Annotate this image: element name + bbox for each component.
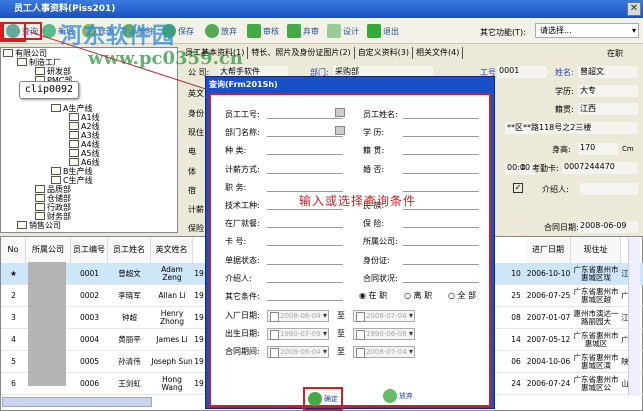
query-hint: 输入或选择查询条件 xyxy=(299,194,417,208)
radio-all[interactable]: ○ 全 部 xyxy=(448,290,476,301)
field-label: 职 务: xyxy=(225,182,247,192)
field-label: 在厂就餐: xyxy=(225,219,260,229)
query-input[interactable] xyxy=(267,125,343,138)
query-input[interactable] xyxy=(267,234,343,247)
query-input[interactable] xyxy=(403,107,479,119)
field-label: 员工工号: xyxy=(225,110,260,119)
query-input[interactable] xyxy=(403,271,479,283)
query-input[interactable] xyxy=(403,162,479,174)
field-label: 合同状况: xyxy=(363,273,398,283)
cancel-button[interactable]: 放弃 xyxy=(383,389,413,403)
field-label: 保 险: xyxy=(363,219,385,229)
field-label: 籍 贯: xyxy=(363,146,385,156)
confirm-button[interactable]: 确定 xyxy=(303,387,343,411)
date-label: 出生日期: xyxy=(225,329,260,338)
query-input[interactable] xyxy=(267,253,343,265)
field-label: 学 历: xyxy=(363,128,385,138)
check-icon xyxy=(308,392,322,406)
field-label: 所属公司: xyxy=(363,237,398,247)
query-dialog: 查询(Frm201Sh) 员工工号: 部门名称: 种 类: 计薪方式: 职 务: 技术工种… xyxy=(205,76,495,411)
date-label: 合同期间: xyxy=(225,347,260,356)
query-input[interactable] xyxy=(267,162,343,174)
query-input[interactable] xyxy=(267,216,343,229)
lookup-button[interactable] xyxy=(335,108,345,117)
dialog-title: 查询(Frm201Sh) xyxy=(209,80,278,89)
query-input[interactable] xyxy=(267,180,343,192)
date-from-picker[interactable]: 1990-07-09 xyxy=(267,328,329,340)
field-label: 卡 号: xyxy=(225,237,247,247)
field-label: 介绍人: xyxy=(225,273,252,283)
query-input[interactable] xyxy=(267,271,343,283)
date-from-picker[interactable]: 2008-06-04 xyxy=(267,310,329,322)
cancel-icon xyxy=(383,389,397,403)
field-label: 单据状态: xyxy=(225,255,260,265)
dialog-body: 员工工号: 部门名称: 种 类: 计薪方式: 职 务: 技术工种: 在厂就餐: 卡 号: 单据状… xyxy=(209,93,491,411)
field-label: 种 类: xyxy=(225,146,247,156)
lookup-button[interactable] xyxy=(335,126,345,136)
to-label: 至 xyxy=(337,329,345,338)
field-label: 婚 否: xyxy=(363,164,385,174)
query-input[interactable] xyxy=(267,107,343,119)
date-to-picker[interactable]: 1990-06-08 xyxy=(353,328,415,340)
date-from-picker[interactable]: 2008-06-04 xyxy=(267,346,329,358)
to-label: 至 xyxy=(337,347,345,356)
query-input[interactable] xyxy=(267,143,343,156)
query-input[interactable] xyxy=(403,180,479,192)
field-label: 员工姓名: xyxy=(363,110,398,119)
field-label: 身份证: xyxy=(363,255,390,265)
field-label: 技术工种: xyxy=(225,201,260,210)
field-label: 部门名称: xyxy=(225,128,260,138)
date-to-picker[interactable]: 2008-07-04 xyxy=(353,310,415,322)
date-to-picker[interactable]: 2008-07-04 xyxy=(353,346,415,358)
field-label: 其它条件: xyxy=(225,292,260,301)
query-highlight xyxy=(0,22,26,42)
query-input[interactable] xyxy=(403,253,479,265)
query-input[interactable] xyxy=(403,125,479,138)
to-label: 至 xyxy=(337,311,345,320)
query-input[interactable] xyxy=(403,234,479,247)
field-label: 计薪方式: xyxy=(225,164,260,174)
query-input[interactable] xyxy=(403,143,479,156)
radio-resigned[interactable]: ○ 离 职 xyxy=(404,290,432,301)
query-input[interactable] xyxy=(403,216,479,229)
query-input[interactable] xyxy=(267,289,343,301)
date-label: 入厂日期: xyxy=(225,311,260,320)
radio-active[interactable]: ◉ 在 职 xyxy=(359,290,387,301)
